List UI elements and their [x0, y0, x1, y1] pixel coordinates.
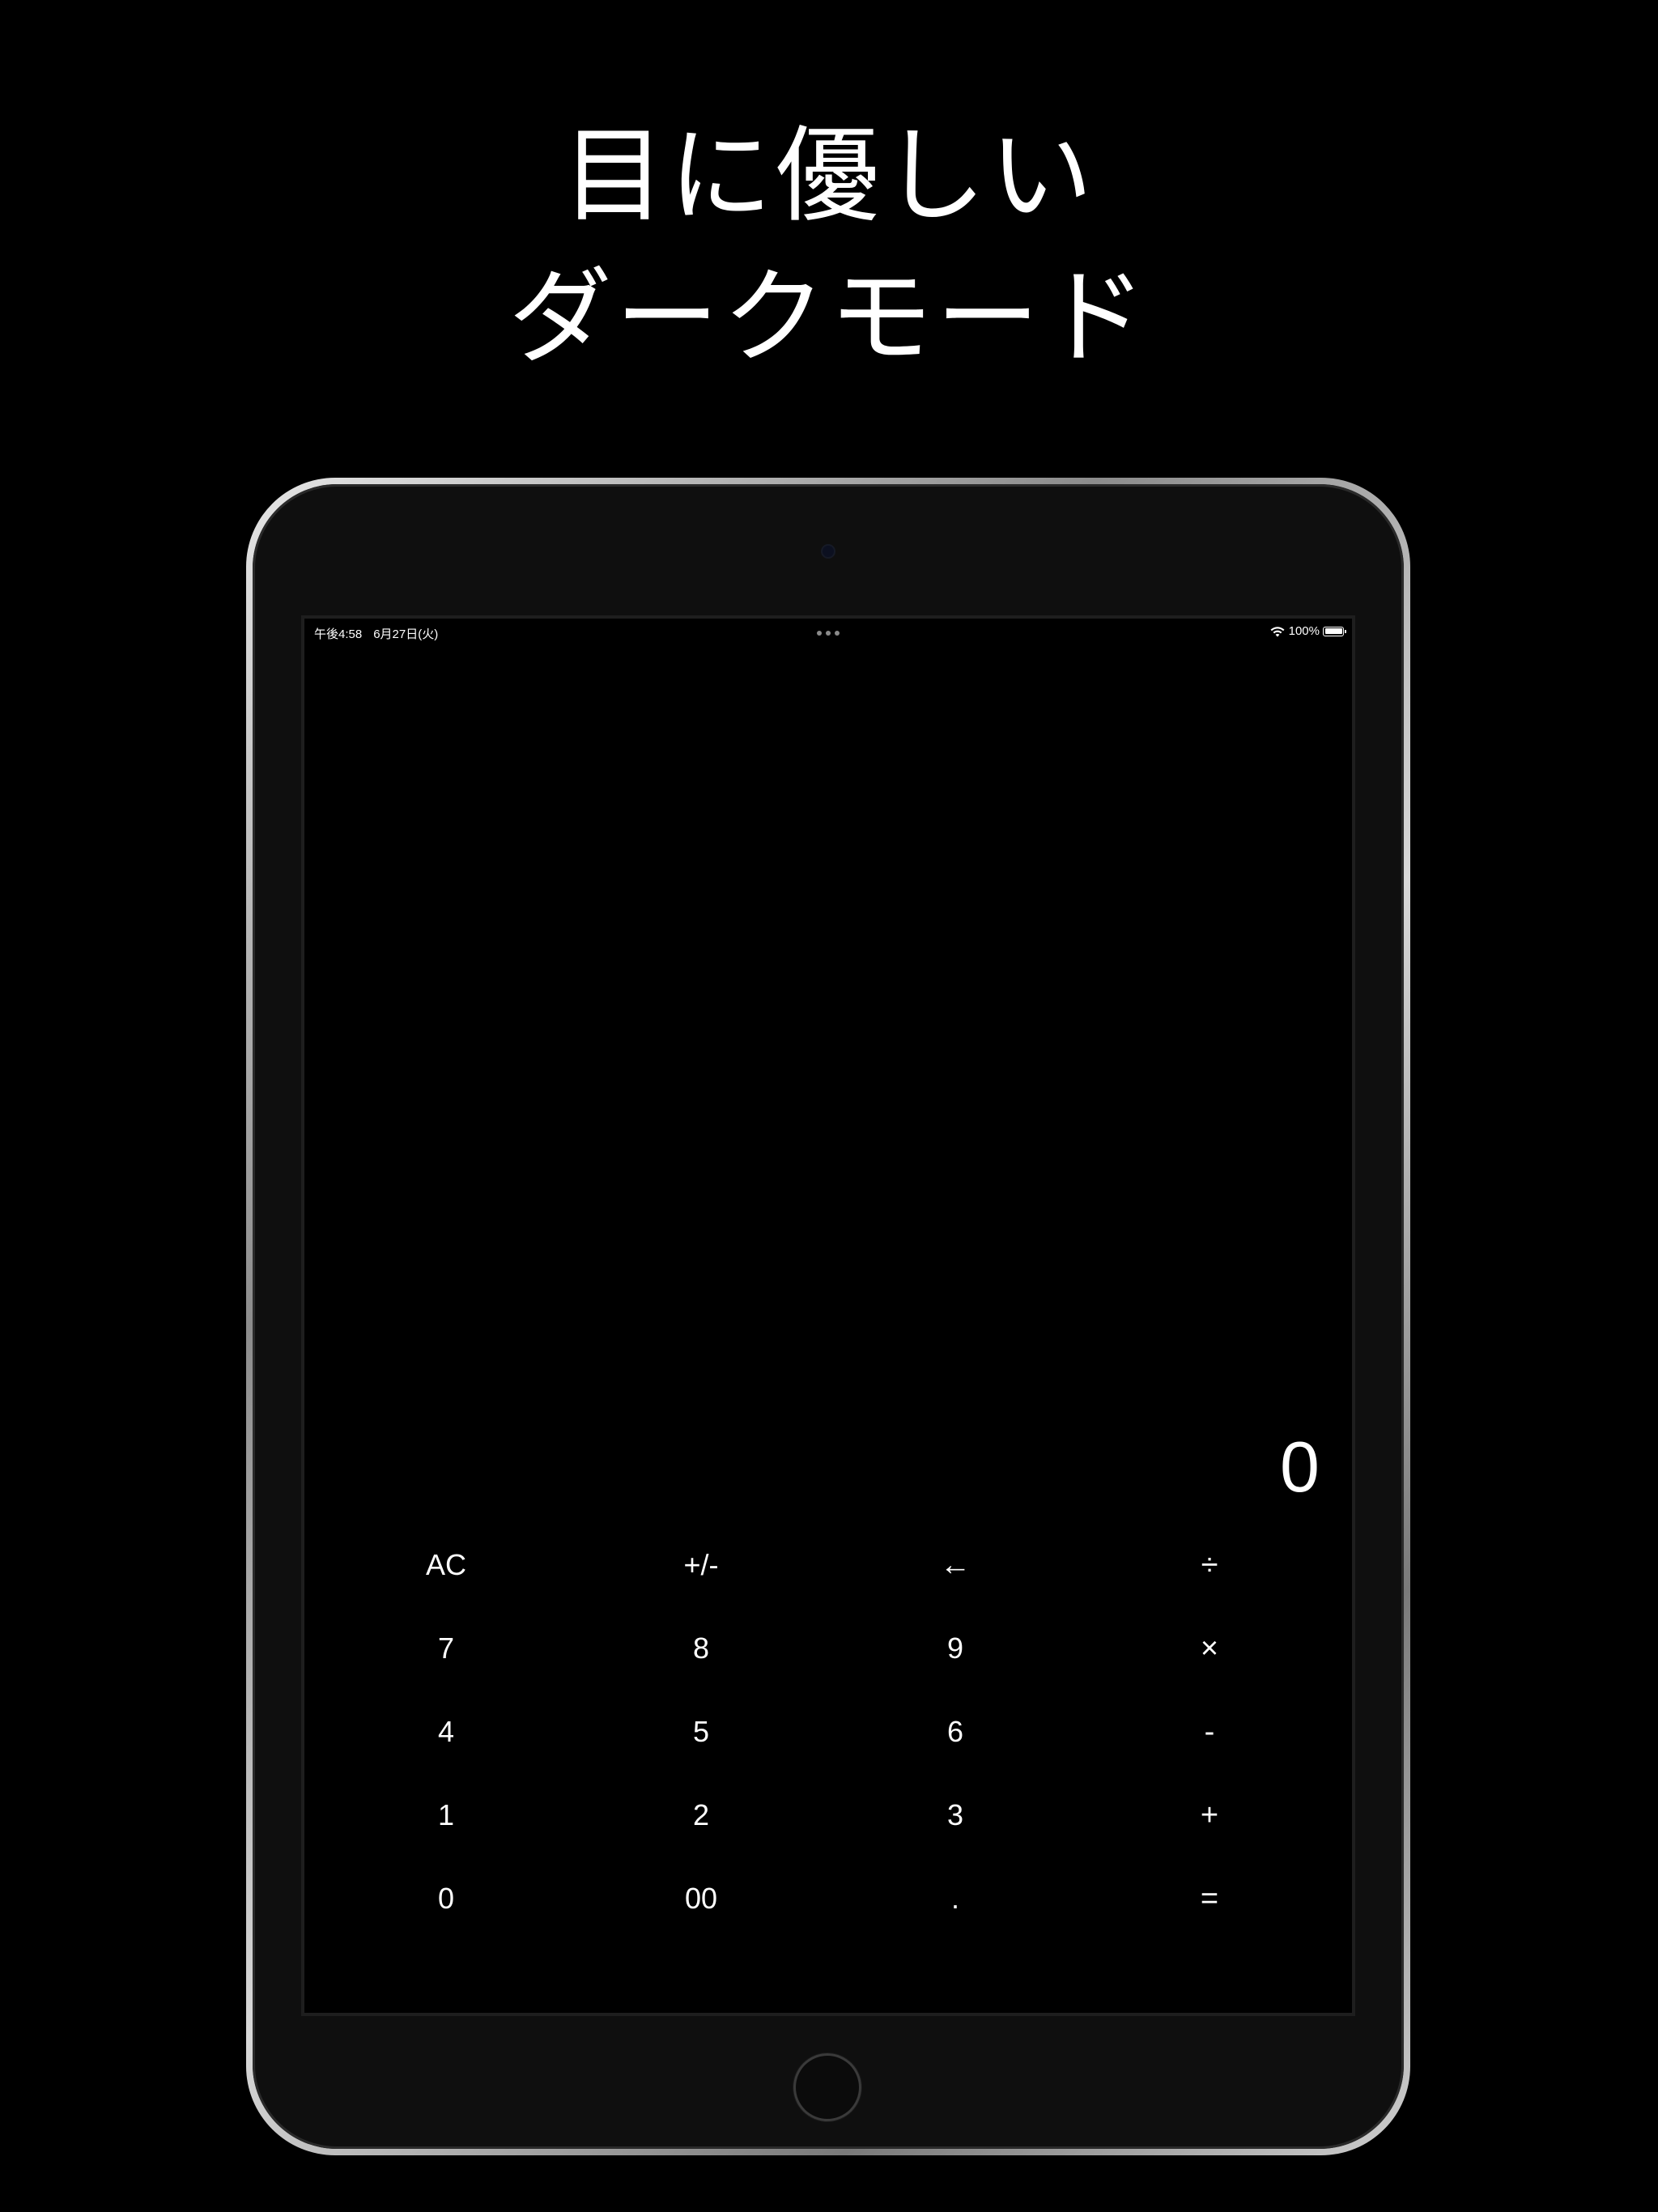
promo-headline: 目に優しい ダークモード	[0, 105, 1658, 389]
status-time-date: 午後4:58 6月27日(火)	[314, 625, 449, 642]
calculator-display: 0	[1280, 1427, 1320, 1507]
battery-icon	[1323, 626, 1346, 636]
status-bar: 午後4:58 6月27日(火) 100%	[304, 619, 1352, 646]
digit-4-button[interactable]: 4	[357, 1695, 535, 1768]
battery-percentage: 100%	[1288, 624, 1320, 638]
digit-7-button[interactable]: 7	[357, 1612, 535, 1685]
more-dots-icon[interactable]	[817, 631, 840, 636]
status-date: 6月27日(火)	[373, 627, 439, 641]
digit-8-button[interactable]: 8	[612, 1612, 790, 1685]
digit-0-button[interactable]: 0	[357, 1862, 535, 1935]
backspace-button[interactable]: ←	[866, 1529, 1044, 1602]
multiply-button[interactable]: ×	[1120, 1612, 1299, 1685]
divide-button[interactable]: ÷	[1120, 1529, 1299, 1602]
keypad-row-3: 4 5 6 -	[304, 1695, 1352, 1779]
digit-3-button[interactable]: 3	[866, 1779, 1044, 1852]
status-indicators: 100%	[1269, 624, 1346, 638]
all-clear-button[interactable]: AC	[357, 1529, 535, 1602]
status-time: 午後4:58	[314, 627, 363, 641]
wifi-icon	[1270, 626, 1285, 636]
promo-headline-line-2: ダークモード	[508, 257, 1150, 378]
digit-1-button[interactable]: 1	[357, 1779, 535, 1852]
subtract-button[interactable]: -	[1120, 1695, 1299, 1768]
decimal-point-button[interactable]: .	[866, 1862, 1044, 1935]
digit-6-button[interactable]: 6	[866, 1695, 1044, 1768]
add-button[interactable]: +	[1120, 1779, 1299, 1852]
digit-9-button[interactable]: 9	[866, 1612, 1044, 1685]
promo-headline-line-1: 目に優しい	[561, 116, 1096, 236]
home-button-icon[interactable]	[793, 2053, 861, 2121]
double-zero-button[interactable]: 00	[612, 1862, 790, 1935]
digit-5-button[interactable]: 5	[612, 1695, 790, 1768]
equals-button[interactable]: =	[1120, 1862, 1299, 1935]
ipad-screen: 午後4:58 6月27日(火) 100% 0 AC +/- ← ÷ 7 8 9 …	[304, 619, 1352, 2013]
keypad-row-5: 0 00 . =	[304, 1862, 1352, 1946]
sign-toggle-button[interactable]: +/-	[612, 1529, 790, 1602]
camera-icon	[823, 546, 834, 557]
keypad-row-4: 1 2 3 +	[304, 1779, 1352, 1862]
app-store-screenshot: 目に優しい ダークモード 午後4:58 6月27日(火) 100% 0 AC +…	[0, 0, 1658, 2212]
keypad-row-1: AC +/- ← ÷	[304, 1529, 1352, 1612]
keypad-row-2: 7 8 9 ×	[304, 1612, 1352, 1695]
digit-2-button[interactable]: 2	[612, 1779, 790, 1852]
